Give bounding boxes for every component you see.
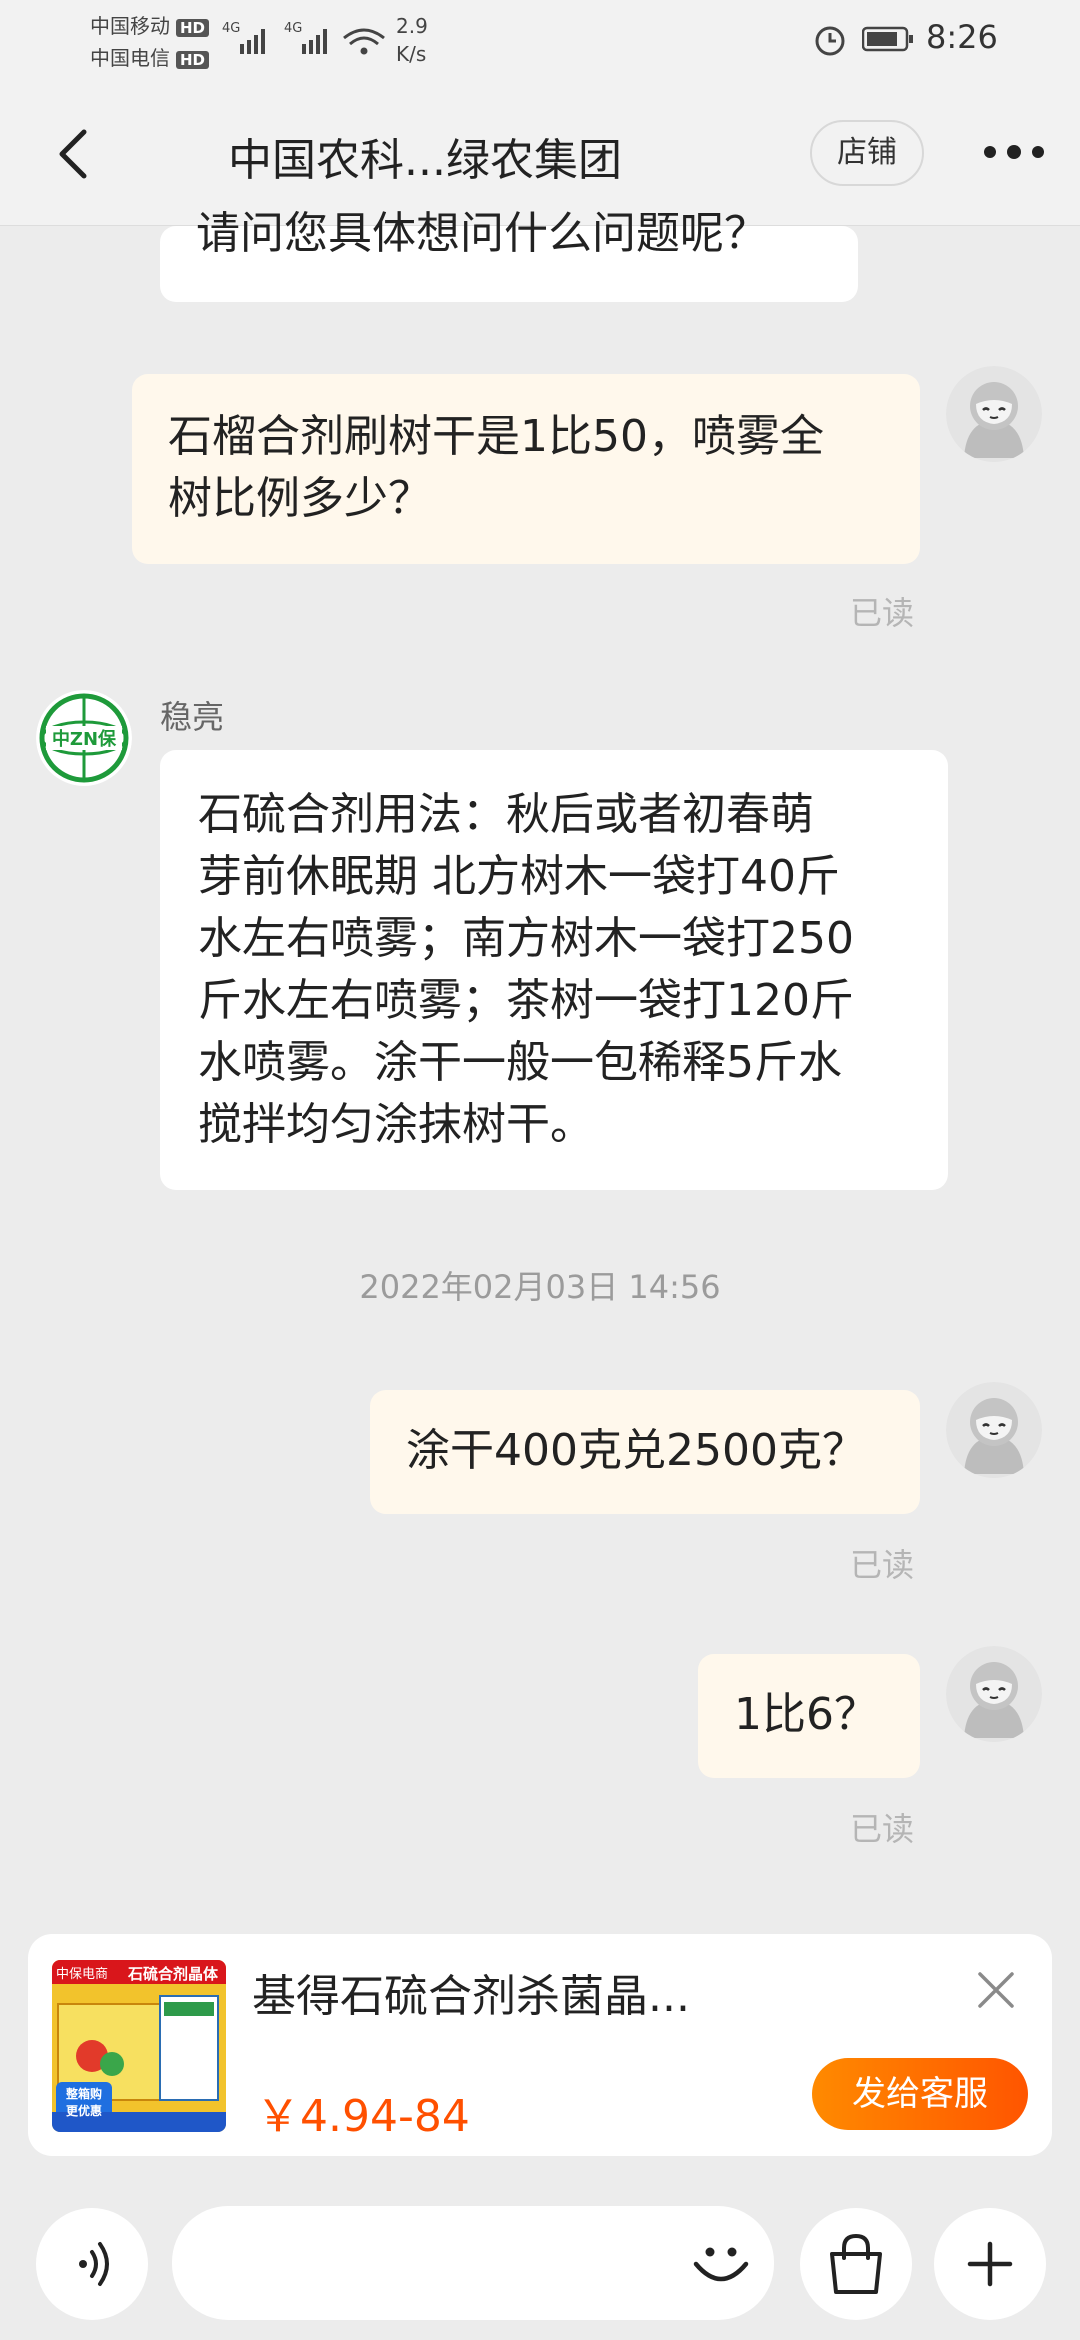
product-thumbnail[interactable]: 中保电商 石硫合剂晶体 整箱购 更优惠 xyxy=(52,1960,226,2132)
message-line: 搅拌均匀涂抹树干。 xyxy=(198,1099,594,1150)
svg-text:中ZN保: 中ZN保 xyxy=(52,728,117,750)
store-avatar[interactable]: 中ZN保 ® xyxy=(36,690,132,786)
message-bubble-user[interactable]: 石榴合剂刷树干是1比50，喷雾全 树比例多少？ xyxy=(132,374,920,564)
message-text: 请问您具体想问什么问题呢？ xyxy=(196,208,768,259)
svg-text:®: ® xyxy=(124,697,132,711)
voice-icon xyxy=(79,2242,109,2286)
message-line: 斤水左右喷雾；茶树一袋打120斤 xyxy=(198,975,854,1026)
battery-icon xyxy=(862,26,913,52)
send-to-service-button[interactable]: 发给客服 xyxy=(812,2058,1028,2130)
thumb-badge: 整箱购 更优惠 xyxy=(65,2087,102,2118)
read-receipt: 已读 xyxy=(850,1810,915,1848)
message-line: 水左右喷雾；南方树木一袋打250 xyxy=(198,913,854,964)
user-avatar[interactable] xyxy=(946,1646,1042,1742)
bag-button[interactable] xyxy=(800,2208,912,2320)
carrier-2: 中国电信 HD xyxy=(90,42,210,71)
chat-header: 中国农科...绿农集团 店铺 xyxy=(0,80,1080,226)
close-icon[interactable] xyxy=(974,1968,1018,2012)
plus-icon xyxy=(967,2241,1013,2287)
user-avatar[interactable] xyxy=(946,1382,1042,1478)
plus-button[interactable] xyxy=(934,2208,1046,2320)
message-line: 1比6？ xyxy=(734,1689,878,1740)
svg-text:4G: 4G xyxy=(284,21,302,36)
message-line: 石榴合剂刷树干是1比50，喷雾全 xyxy=(168,411,824,462)
message-input[interactable] xyxy=(172,2206,774,2320)
message-bubble-agent: 请问您具体想问什么问题呢？ xyxy=(160,212,858,302)
alarm-icon xyxy=(815,26,845,56)
signal-icon: 4G 4G xyxy=(222,21,385,55)
thumb-banner: 石硫合剂晶体 xyxy=(128,1965,219,1983)
user-avatar[interactable] xyxy=(946,366,1042,462)
shop-button[interactable]: 店铺 xyxy=(810,120,924,186)
chat-timestamp: 2022年02月03日 14:56 xyxy=(359,1268,721,1306)
voice-button[interactable] xyxy=(36,2208,148,2320)
thumb-store-label: 中保电商 xyxy=(56,1967,109,1982)
svg-text:4G: 4G xyxy=(222,21,240,36)
read-receipt: 已读 xyxy=(850,594,915,632)
more-dots-icon[interactable] xyxy=(982,140,1046,164)
message-bubble-user[interactable]: 涂干400克兑2500克？ xyxy=(370,1390,920,1514)
message-bubble-user[interactable]: 1比6？ xyxy=(698,1654,920,1778)
message-bubble-agent[interactable]: 石硫合剂用法：秋后或者初春萌 芽前休眠期 北方树木一袋打40斤 水左右喷雾；南方… xyxy=(160,750,948,1190)
message-line: 芽前休眠期 北方树木一袋打40斤 xyxy=(198,851,840,902)
message-line: 水喷雾。涂干一般一包稀释5斤水 xyxy=(198,1037,842,1088)
page-title: 中国农科...绿农集团 xyxy=(228,135,622,186)
status-bar: 中国移动 HD 中国电信 HD 4G 4G 2.9 K/s 8:26 xyxy=(0,0,1080,80)
chevron-left-icon[interactable] xyxy=(50,124,94,184)
product-name[interactable]: 基得石硫合剂杀菌晶... xyxy=(252,1960,690,2024)
message-line: 石硫合剂用法：秋后或者初春萌 xyxy=(198,789,814,840)
network-speed: 2.9 K/s xyxy=(396,14,428,66)
status-time: 8:26 xyxy=(926,18,998,56)
message-line: 树比例多少？ xyxy=(168,473,432,524)
carrier-1: 中国移动 HD xyxy=(90,10,210,39)
message-line: 涂干400克兑2500克？ xyxy=(406,1425,866,1476)
sender-name: 稳亮 xyxy=(160,698,225,736)
shopping-bag-icon xyxy=(830,2233,882,2294)
emoji-icon[interactable] xyxy=(688,2228,754,2294)
read-receipt: 已读 xyxy=(850,1546,915,1584)
product-price: ￥4.94-84 xyxy=(256,2091,470,2142)
